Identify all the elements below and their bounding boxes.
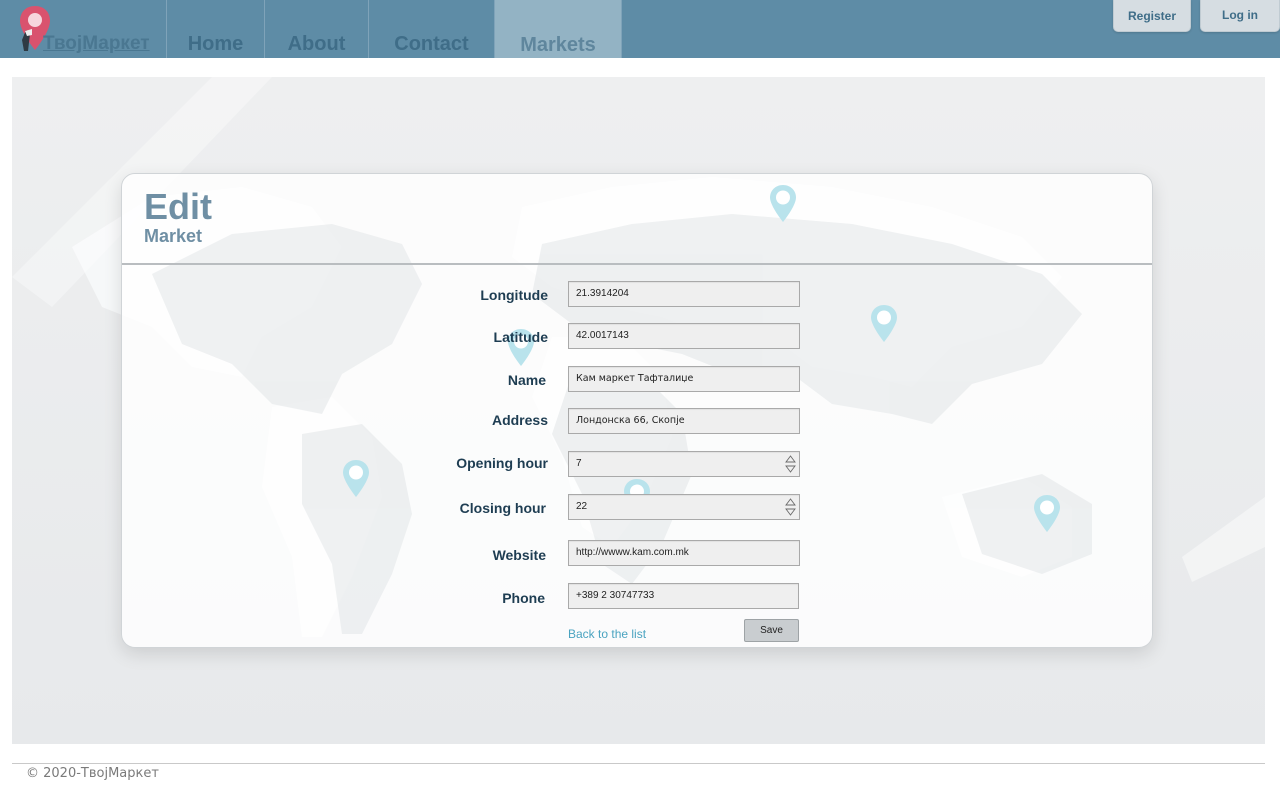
opening-hour-value: 7 [576, 458, 582, 469]
spinner-arrows-icon[interactable] [785, 498, 796, 516]
nav-about[interactable]: About [264, 0, 368, 58]
footer-copyright: © 2020-ТвојМаркет [26, 766, 159, 781]
login-button[interactable]: Log in [1200, 0, 1280, 32]
closing-hour-value: 22 [576, 501, 588, 512]
name-input[interactable]: Кам маркет Тафталиџе [568, 366, 800, 392]
latitude-label: Latitude [493, 329, 548, 345]
closing-hour-stepper[interactable]: 22 [568, 494, 800, 520]
page-title: Edit [144, 186, 212, 227]
nav-contact[interactable]: Contact [368, 0, 494, 58]
top-navbar: ТвојМаркет Home About Contact Markets Re… [0, 0, 1280, 58]
spinner-arrows-icon[interactable] [785, 455, 796, 473]
page-subtitle: Market [144, 226, 203, 246]
back-to-list-link[interactable]: Back to the list [568, 627, 646, 641]
longitude-input[interactable]: 21.3914204 [568, 281, 800, 307]
header-divider [122, 263, 1152, 265]
map-pin-icon [871, 305, 897, 342]
brand-link[interactable]: ТвојМаркет [0, 0, 166, 58]
map-pin-icon [770, 185, 796, 222]
footer-divider [12, 763, 1265, 764]
website-label: Website [492, 547, 546, 563]
website-input[interactable]: http://wwww.kam.com.mk [568, 540, 800, 566]
address-label: Address [491, 412, 548, 428]
map-pin-icon [1034, 495, 1060, 532]
brand-name: ТвојМаркет [43, 33, 150, 54]
closing-hour-label: Closing hour [459, 500, 546, 516]
latitude-input[interactable]: 42.0017143 [568, 323, 800, 349]
opening-hour-stepper[interactable]: 7 [568, 451, 800, 477]
longitude-label: Longitude [480, 287, 548, 303]
register-button[interactable]: Register [1113, 0, 1191, 32]
opening-hour-label: Opening hour [456, 455, 548, 471]
nav-markets[interactable]: Markets [494, 0, 622, 58]
edit-market-card: Edit Market Longitude 21.3914204 Latitud… [121, 173, 1153, 648]
nav-home[interactable]: Home [166, 0, 264, 58]
address-input[interactable]: Лондонска 66, Скопје [568, 408, 800, 434]
save-button[interactable]: Save [744, 619, 799, 642]
name-label: Name [507, 372, 546, 388]
phone-label: Phone [502, 590, 545, 606]
phone-input[interactable]: +389 2 30747733 [568, 583, 799, 609]
